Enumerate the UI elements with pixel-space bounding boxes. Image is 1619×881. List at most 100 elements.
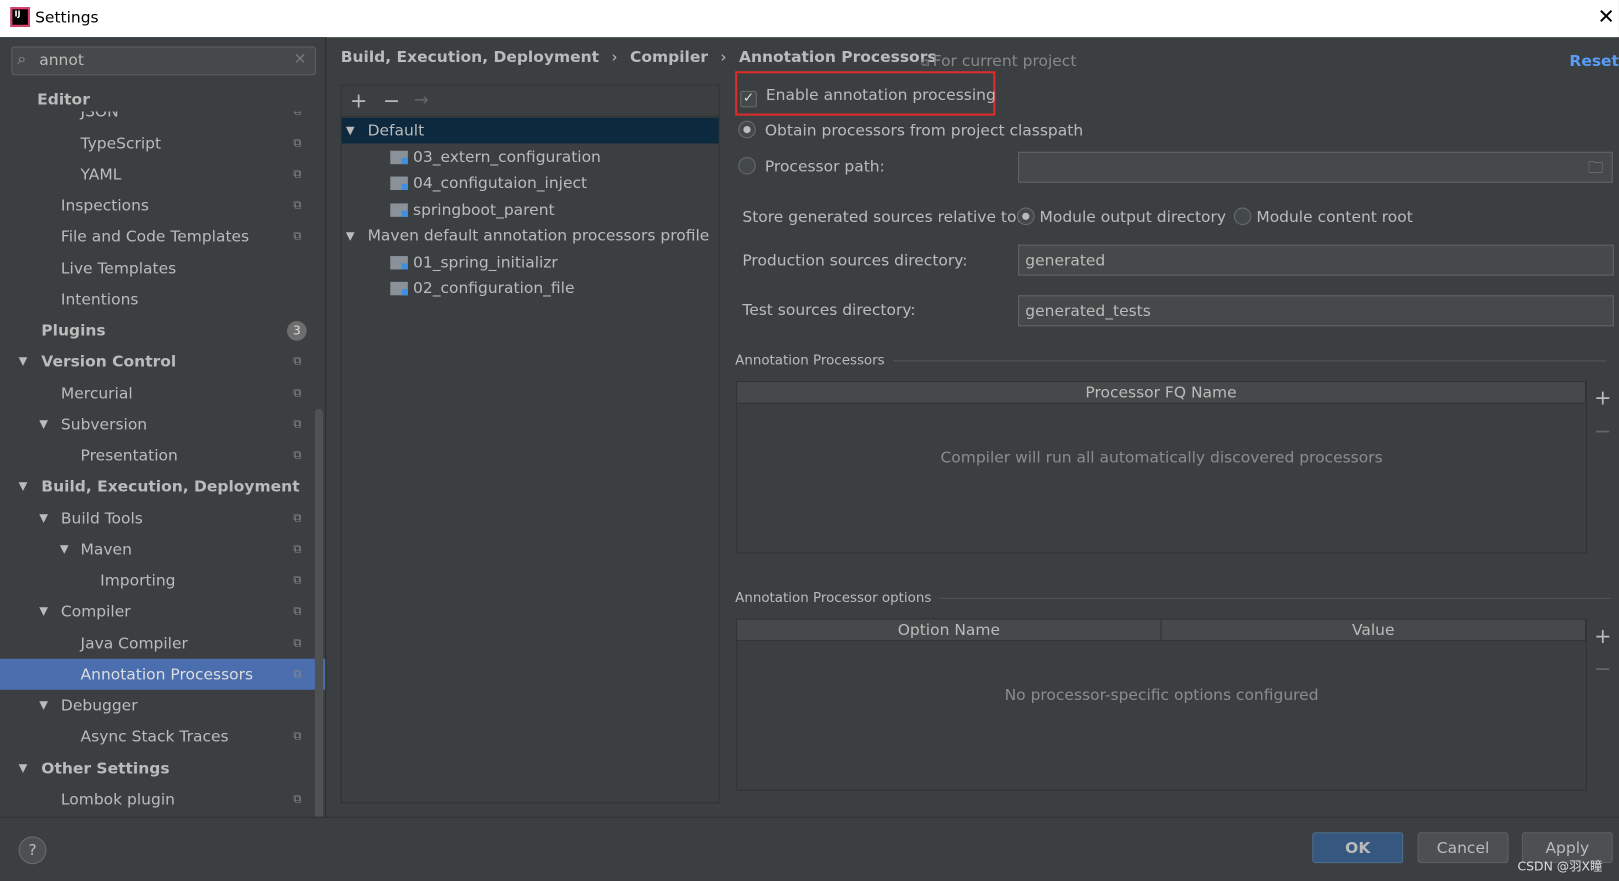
sidebar-item-label: Maven <box>80 539 132 559</box>
tree-toolbar: + − → <box>341 85 719 117</box>
expand-arrow-icon[interactable]: ▼ <box>39 503 48 534</box>
copy-icon: ⧉ <box>293 448 302 462</box>
expand-arrow-icon[interactable]: ▼ <box>346 223 355 249</box>
module-output-radio[interactable]: Module output directory <box>1017 207 1226 226</box>
module-label: 03_extern_configuration <box>413 147 601 166</box>
column-header[interactable]: Option Name <box>737 619 1162 642</box>
window-title: Settings <box>35 8 99 27</box>
move-arrow-icon[interactable]: → <box>414 90 429 111</box>
module-row[interactable]: 03_extern_configuration <box>342 144 719 170</box>
radio-icon[interactable] <box>1017 207 1035 226</box>
expand-arrow-icon[interactable]: ▼ <box>19 346 28 377</box>
expand-arrow-icon[interactable]: ▼ <box>19 753 28 784</box>
profile-row[interactable]: ▼ Maven default annotation processors pro… <box>342 223 719 249</box>
expand-arrow-icon[interactable]: ▼ <box>39 596 48 627</box>
sidebar-item[interactable]: YAML ⧉ <box>0 159 325 190</box>
sidebar-item[interactable]: ▼ Subversion ⧉ <box>0 409 325 440</box>
sidebar-item[interactable]: Presentation ⧉ <box>0 440 325 471</box>
copy-icon: ⧉ <box>920 55 933 70</box>
expand-arrow-icon[interactable]: ▼ <box>39 409 48 440</box>
expand-arrow-icon[interactable]: ▼ <box>39 690 48 721</box>
sidebar-item-label: Compiler <box>60 601 131 621</box>
count-badge: 3 <box>287 321 307 341</box>
profile-row[interactable]: ▼ Default <box>341 117 719 144</box>
settings-sidebar: ⌕ ✕ EditorJSON⧉TypeScript⧉YAML⧉Inspectio… <box>0 37 327 817</box>
sidebar-item[interactable]: ▼ Version Control ⧉ <box>0 346 325 377</box>
remove-processor-icon[interactable]: − <box>1594 418 1611 443</box>
add-icon[interactable]: + <box>350 88 367 113</box>
remove-icon[interactable]: − <box>383 88 400 113</box>
add-processor-icon[interactable]: + <box>1594 385 1611 410</box>
add-option-icon[interactable]: + <box>1594 624 1611 649</box>
sidebar-scrollbar[interactable] <box>314 408 324 817</box>
sidebar-item[interactable]: Mercurial ⧉ <box>0 378 325 409</box>
module-row[interactable]: springboot_parent <box>342 197 719 223</box>
check-icon[interactable]: ✓ <box>740 90 757 108</box>
sidebar-item[interactable]: Editor <box>0 86 326 112</box>
module-row[interactable]: 02_configuration_file <box>342 276 719 302</box>
sidebar-item[interactable]: ▼ Other Settings <box>0 753 325 784</box>
module-content-root-radio[interactable]: Module content root <box>1233 207 1413 226</box>
breadcrumb-item[interactable]: Compiler <box>630 47 708 66</box>
sidebar-item[interactable]: TypeScript ⧉ <box>0 128 325 159</box>
sidebar-item[interactable]: Annotation Processors ⧉ <box>0 658 326 690</box>
sidebar-item-label: Version Control <box>41 352 177 371</box>
sidebar-item[interactable]: Intentions <box>0 284 325 315</box>
sidebar-item-label: Subversion <box>60 415 148 434</box>
expand-arrow-icon[interactable]: ▼ <box>60 534 69 565</box>
reset-link[interactable]: Reset <box>1569 52 1619 71</box>
sidebar-item-label: Importing <box>100 570 176 590</box>
copy-icon: ⧉ <box>293 386 302 400</box>
sidebar-item[interactable]: Async Stack Traces ⧉ <box>0 721 325 752</box>
module-row[interactable]: 04_configutaion_inject <box>342 170 719 196</box>
column-header[interactable]: Processor FQ Name <box>737 382 1586 404</box>
search-field[interactable]: ⌕ ✕ <box>11 46 316 76</box>
radio-icon[interactable] <box>738 120 756 139</box>
radio-icon[interactable] <box>738 156 756 175</box>
sidebar-item[interactable]: File and Code Templates ⧉ <box>0 221 325 252</box>
sidebar-item[interactable]: ▼ Compiler ⧉ <box>0 596 325 627</box>
copy-icon: ⧉ <box>293 573 302 587</box>
sidebar-item-label: Build Tools <box>60 509 143 528</box>
radio-icon[interactable] <box>1233 207 1252 226</box>
sidebar-item[interactable]: ▼ Maven ⧉ <box>0 534 325 565</box>
help-button[interactable]: ? <box>18 836 47 865</box>
sidebar-item[interactable]: Plugins 3 <box>0 315 325 346</box>
ok-button[interactable]: OK <box>1312 832 1404 864</box>
sidebar-item[interactable]: ▼ Build, Execution, Deployment <box>0 471 325 502</box>
clear-search-icon[interactable]: ✕ <box>294 50 307 69</box>
obtain-from-classpath-radio[interactable]: Obtain processors from project classpath <box>738 120 1083 139</box>
expand-arrow-icon[interactable]: ▼ <box>19 471 28 502</box>
sidebar-item[interactable]: Lombok plugin ⧉ <box>0 784 325 815</box>
sidebar-item[interactable]: Java Compiler ⧉ <box>0 628 325 659</box>
copy-icon: ⧉ <box>293 604 302 618</box>
test-sources-input[interactable]: generated_tests <box>1018 295 1614 327</box>
module-row[interactable]: 01_spring_initializr <box>342 249 719 275</box>
column-header[interactable]: Value <box>1161 619 1586 642</box>
sidebar-item-label: TypeScript <box>80 134 162 153</box>
sidebar-item-label: Other Settings <box>41 758 170 778</box>
sidebar-item-label: Java Compiler <box>80 633 188 653</box>
breadcrumb-item[interactable]: Build, Execution, Deployment <box>341 47 599 66</box>
expand-arrow-icon[interactable]: ▼ <box>346 118 355 144</box>
search-input[interactable] <box>39 50 288 70</box>
sidebar-item-label: Presentation <box>80 446 178 465</box>
processors-table: Processor FQ Name Compiler will run all … <box>736 380 1587 554</box>
processor-path-radio[interactable]: Processor path: <box>738 156 885 176</box>
close-icon[interactable]: ✕ <box>1598 4 1615 29</box>
enable-annotation-checkbox[interactable]: ✓ Enable annotation processing <box>740 86 996 108</box>
sidebar-item[interactable]: ▼ Build Tools ⧉ <box>0 503 325 534</box>
cancel-button[interactable]: Cancel <box>1417 832 1509 864</box>
sidebar-item[interactable]: ▼ Debugger <box>0 690 325 721</box>
production-sources-input[interactable]: generated <box>1018 244 1614 276</box>
processor-path-input[interactable] <box>1018 151 1613 183</box>
annotation-processors-section-title: Annotation Processors <box>735 353 1605 368</box>
sidebar-item[interactable]: Importing ⧉ <box>0 565 325 596</box>
sidebar-item-label: Async Stack Traces <box>80 726 229 746</box>
breadcrumb: Build, Execution, Deployment › Compiler › An… <box>341 47 937 66</box>
folder-browse-icon[interactable]: 🗀 <box>1588 157 1604 183</box>
dialog-footer: ? OK Cancel Apply CSDN @羽X瞳 <box>0 816 1619 881</box>
remove-option-icon[interactable]: − <box>1594 656 1611 681</box>
sidebar-item[interactable]: Live Templates <box>0 253 325 284</box>
sidebar-item[interactable]: Inspections ⧉ <box>0 190 325 221</box>
